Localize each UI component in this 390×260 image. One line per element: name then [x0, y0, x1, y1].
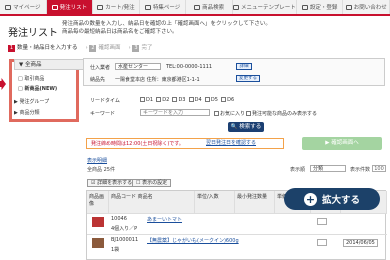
- product-code: BJ1000011: [111, 237, 139, 243]
- fav-checkbox[interactable]: お気に入り: [214, 110, 245, 117]
- qty-input[interactable]: [317, 218, 327, 225]
- product-thumbnail: [92, 238, 104, 248]
- keyword-label: キーワード: [90, 111, 116, 117]
- page-title: 発注リスト: [8, 28, 58, 39]
- day-checkbox[interactable]: D3: [172, 97, 185, 103]
- header-code-name: 商品コード 商品名: [109, 191, 195, 213]
- nav-tab-feature[interactable]: 特集ページ: [140, 0, 187, 14]
- qty-input[interactable]: [317, 239, 327, 246]
- supplier-tel: TEL:00-0000-1111: [166, 64, 213, 70]
- product-code: 10046: [111, 216, 127, 222]
- nav-tab-template[interactable]: メニューテンプレート: [232, 0, 297, 14]
- day-checkbox[interactable]: D1: [140, 97, 153, 103]
- page-notice: 発注商品の数量を入力し、納品日を確認の上「確認画面へ」をクリックして下さい。 商…: [62, 21, 271, 35]
- step-3: › 3 完了: [128, 45, 153, 52]
- next-order-day-link[interactable]: 翌日発注日を確認する: [206, 139, 256, 146]
- per-page-label: 表示件数: [350, 167, 371, 173]
- step-1: 1 数量・納品日を入力する: [8, 45, 78, 52]
- nav-tab-order-list[interactable]: 発注リスト: [46, 0, 94, 14]
- plus-icon: +: [303, 192, 317, 206]
- gear-icon: [301, 4, 308, 10]
- keyword-input[interactable]: [140, 109, 210, 116]
- per-page-select[interactable]: 100: [372, 165, 386, 172]
- product-name[interactable]: あまーいトマト: [147, 216, 182, 223]
- list-icon: [51, 4, 58, 10]
- mail-icon: [345, 4, 352, 10]
- leadtime-days: D1 D2 D3 D4 D5 D6: [140, 97, 234, 103]
- delivery-date-select[interactable]: 2014/06/05: [343, 239, 378, 247]
- delivery-change-button[interactable]: 変更する: [236, 75, 260, 82]
- search-submit-button[interactable]: 🔍 検索する: [228, 122, 264, 132]
- day-checkbox[interactable]: D4: [188, 97, 202, 103]
- template-icon: [232, 4, 239, 10]
- header-image: 商品画像: [87, 191, 109, 213]
- product-name[interactable]: 【無農薬】じゃがいも(メークイン)600g: [147, 237, 239, 244]
- sidebar-item-new[interactable]: □ 新商品(NEW): [18, 85, 57, 92]
- day-checkbox[interactable]: D2: [156, 97, 169, 103]
- supplier-label: 仕入業者: [90, 65, 111, 71]
- header-min-qty: 最小発注数量: [235, 191, 275, 213]
- result-count: 全商品 25件: [87, 167, 115, 173]
- step-2: › 2 確認画面: [85, 45, 121, 52]
- delivery-label: 納品先: [90, 77, 106, 83]
- nav-tab-mypage[interactable]: マイページ: [0, 0, 47, 14]
- supplier-select[interactable]: 水産センター: [115, 63, 161, 70]
- nav-tab-search[interactable]: 商品検索: [186, 0, 233, 14]
- day-checkbox[interactable]: D6: [221, 97, 234, 103]
- sidebar-group-order[interactable]: ▶ 発注グループ: [14, 98, 49, 105]
- show-detail-button[interactable]: ☑ 詳細を表示する: [87, 179, 137, 187]
- orderable-checkbox[interactable]: 発注可能な商品のみ表示する: [246, 110, 317, 117]
- confirm-screen-button[interactable]: ▶ 確認画面へ: [302, 137, 382, 150]
- sidebar-title-all-products[interactable]: ▼ 全商品: [14, 59, 84, 70]
- step-indicator: 1 数量・納品日を入力する › 2 確認画面 › 3 完了: [8, 43, 152, 52]
- delivery-value: 一陽食堂本店 住所：東京都港区1-1-1: [115, 77, 200, 83]
- star-icon: [144, 4, 151, 10]
- pointer-arrow-icon: [0, 78, 6, 90]
- nav-tab-contact[interactable]: お問い合わせ: [343, 0, 390, 14]
- top-navbar: マイページ 発注リスト カート/発注 特集ページ 商品検索 メニューテンプレート…: [0, 0, 390, 16]
- product-unit: 1袋: [111, 247, 120, 253]
- product-thumbnail: [92, 217, 104, 227]
- cart-icon: [97, 4, 104, 10]
- sort-select[interactable]: 分類: [310, 165, 346, 172]
- home-icon: [5, 4, 12, 10]
- product-unit: 4個入り／P: [111, 226, 138, 232]
- nav-tab-settings[interactable]: 設定・登録: [297, 0, 344, 14]
- header-unit: 単位/入数: [195, 191, 235, 213]
- search-icon: [194, 4, 201, 10]
- display-settings-button[interactable]: ☐ 表示の設定: [132, 179, 172, 187]
- supplier-detail-button[interactable]: 詳細: [236, 63, 252, 70]
- sort-label: 表示順: [290, 167, 306, 173]
- sidebar-item-trade[interactable]: □ 取引商品: [18, 75, 44, 82]
- zoom-button[interactable]: + 拡大する: [284, 188, 380, 210]
- day-checkbox[interactable]: D5: [204, 97, 218, 103]
- leadtime-label: リードタイム: [90, 98, 120, 104]
- display-detail-link[interactable]: 表示明細: [87, 157, 107, 164]
- nav-tab-cart[interactable]: カート/発注: [93, 0, 140, 14]
- sidebar-group-category[interactable]: ▶ 商品分類: [14, 109, 39, 116]
